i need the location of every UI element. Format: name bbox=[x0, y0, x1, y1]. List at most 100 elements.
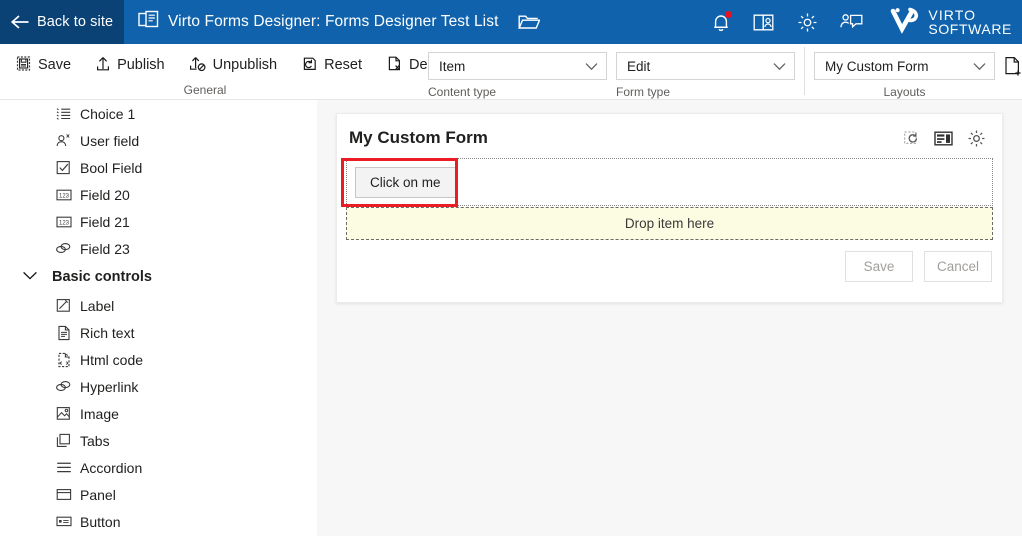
sidebar-item-image[interactable]: Image bbox=[0, 400, 317, 427]
sidebar-item-field-23[interactable]: Field 23 bbox=[0, 235, 317, 262]
forms-designer-icon bbox=[138, 10, 159, 34]
sidebar-item-bool-field[interactable]: Bool Field bbox=[0, 154, 317, 181]
reset-button[interactable]: Reset bbox=[294, 51, 369, 80]
form-save-button[interactable]: Save bbox=[845, 251, 913, 282]
unpublish-button[interactable]: Unpublish bbox=[182, 51, 285, 80]
sidebar-item-label: Button bbox=[80, 514, 120, 530]
form-header: My Custom Form bbox=[337, 114, 1002, 148]
ribbon-toolbar: Save Publish bbox=[0, 44, 1022, 100]
chevron-down-icon bbox=[773, 59, 786, 74]
rich-text-document-icon bbox=[55, 324, 72, 341]
sidebar-item-html-code[interactable]: Html code bbox=[0, 346, 317, 373]
sidebar-item-label: Field 20 bbox=[80, 187, 130, 203]
unpublish-up-arrow-blocked-icon bbox=[189, 55, 207, 76]
app-title: Virto Forms Designer: Forms Designer Tes… bbox=[168, 13, 499, 31]
sidebar-item-label: Bool Field bbox=[80, 160, 142, 176]
chevron-down-icon bbox=[22, 269, 38, 285]
checkbox-icon bbox=[55, 159, 72, 176]
sidebar-item-label: Image bbox=[80, 406, 119, 422]
layouts-field: My Custom Form Layouts bbox=[814, 44, 995, 99]
sidebar-item-label: Field 21 bbox=[80, 214, 130, 230]
virto-software-wordmark: VIRTO SOFTWARE bbox=[928, 8, 1012, 37]
header-icon-group: VIRTO SOFTWARE bbox=[711, 6, 1022, 39]
sidebar-item-label: Html code bbox=[80, 352, 143, 368]
form-settings-gear-icon[interactable] bbox=[967, 129, 986, 148]
ribbon-group-general: Save Publish bbox=[0, 44, 420, 100]
address-book-icon[interactable] bbox=[753, 13, 775, 32]
sidebar-group-basic-controls[interactable]: Basic controls bbox=[0, 262, 317, 292]
drop-zone-label: Drop item here bbox=[625, 216, 714, 231]
layouts-label: Layouts bbox=[814, 85, 995, 99]
sidebar-item-label: Hyperlink bbox=[80, 379, 138, 395]
form-card: My Custom Form bbox=[336, 113, 1003, 303]
delete-page-x-icon bbox=[386, 55, 403, 76]
sidebar-item-label: Rich text bbox=[80, 325, 134, 341]
virto-software-logo: VIRTO SOFTWARE bbox=[889, 6, 1012, 39]
virto-v-logo-icon bbox=[889, 6, 922, 39]
content-type-dropdown[interactable]: Item bbox=[428, 52, 607, 80]
image-picture-icon bbox=[55, 405, 72, 422]
new-document-plus-icon[interactable] bbox=[995, 44, 1022, 83]
sidebar-group-label: Basic controls bbox=[52, 269, 152, 285]
person-icon bbox=[55, 132, 72, 149]
drop-item-here-zone[interactable]: Drop item here bbox=[346, 207, 993, 240]
form-type-value: Edit bbox=[627, 59, 650, 74]
ribbon-separator-2 bbox=[804, 47, 805, 95]
sidebar-item-tabs[interactable]: Tabs bbox=[0, 427, 317, 454]
sidebar-item-hyperlink[interactable]: Hyperlink bbox=[0, 373, 317, 400]
save-disk-icon bbox=[15, 55, 32, 76]
ribbon-field-group: Item Content type Edit Form type bbox=[420, 44, 1022, 100]
publish-up-arrow-icon bbox=[95, 55, 111, 76]
brand-line-2: SOFTWARE bbox=[928, 22, 1012, 36]
ribbon-group-general-label: General bbox=[0, 83, 410, 97]
sidebar-item-choice-1[interactable]: Choice 1 bbox=[0, 100, 317, 127]
back-to-site-button[interactable]: Back to site bbox=[0, 0, 124, 44]
sidebar-item-rich-text[interactable]: Rich text bbox=[0, 319, 317, 346]
panel-window-icon bbox=[55, 486, 72, 503]
sidebar-item-field-20[interactable]: 123 Field 20 bbox=[0, 181, 317, 208]
publish-label: Publish bbox=[117, 57, 165, 73]
click-on-me-button[interactable]: Click on me bbox=[355, 167, 456, 198]
sidebar-item-user-field[interactable]: User field bbox=[0, 127, 317, 154]
form-canvas: My Custom Form bbox=[317, 100, 1022, 536]
sidebar-item-button[interactable]: Button bbox=[0, 508, 317, 535]
form-cancel-button[interactable]: Cancel bbox=[924, 251, 992, 282]
controls-sidebar: Choice 1 User field Bool Field bbox=[0, 100, 317, 536]
sidebar-item-label: Accordion bbox=[80, 460, 142, 476]
content-type-label: Content type bbox=[428, 85, 607, 99]
form-type-dropdown[interactable]: Edit bbox=[616, 52, 795, 80]
sidebar-item-label: Choice 1 bbox=[80, 106, 135, 122]
save-label: Save bbox=[38, 57, 71, 73]
form-layout-icon[interactable] bbox=[934, 131, 953, 146]
back-to-site-label: Back to site bbox=[37, 14, 113, 30]
notification-badge-dot bbox=[725, 11, 732, 18]
reset-history-icon bbox=[301, 55, 318, 76]
sidebar-item-panel[interactable]: Panel bbox=[0, 481, 317, 508]
link-chain-icon bbox=[55, 240, 72, 257]
form-row-with-button[interactable]: Click on me bbox=[346, 158, 993, 206]
accordion-lines-icon bbox=[55, 459, 72, 476]
form-header-icon-group bbox=[903, 129, 986, 148]
refresh-selection-icon[interactable] bbox=[903, 130, 920, 146]
sidebar-item-field-21[interactable]: 123 Field 21 bbox=[0, 208, 317, 235]
button-icon bbox=[55, 513, 72, 530]
sidebar-item-label-control[interactable]: Label bbox=[0, 292, 317, 319]
sidebar-item-label: Panel bbox=[80, 487, 116, 503]
arrow-left-icon bbox=[10, 14, 30, 30]
choice-list-icon bbox=[55, 105, 72, 122]
link-chain-icon bbox=[55, 378, 72, 395]
content-type-value: Item bbox=[439, 59, 465, 74]
notifications-bell-icon[interactable] bbox=[711, 12, 731, 33]
feedback-person-icon[interactable] bbox=[840, 12, 863, 32]
app-title-area: Virto Forms Designer: Forms Designer Tes… bbox=[124, 10, 711, 34]
chevron-down-icon bbox=[973, 59, 986, 74]
save-button[interactable]: Save bbox=[8, 51, 78, 80]
layouts-value: My Custom Form bbox=[825, 59, 929, 74]
settings-gear-icon[interactable] bbox=[797, 12, 818, 33]
layouts-dropdown[interactable]: My Custom Form bbox=[814, 52, 995, 80]
sidebar-item-label: Tabs bbox=[80, 433, 110, 449]
form-action-bar: Save Cancel bbox=[337, 240, 1002, 282]
sidebar-item-accordion[interactable]: Accordion bbox=[0, 454, 317, 481]
open-folder-icon[interactable] bbox=[518, 13, 540, 31]
publish-button[interactable]: Publish bbox=[88, 51, 172, 80]
